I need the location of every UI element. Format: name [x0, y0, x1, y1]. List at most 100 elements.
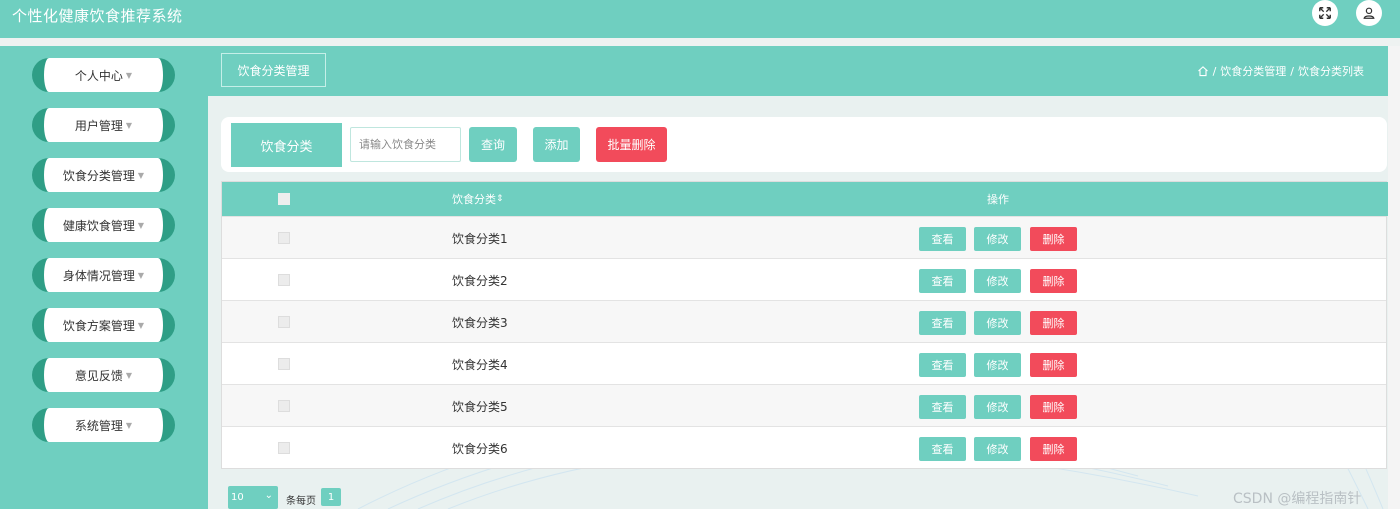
page-header: 饮食分类管理 / 饮食分类管理 / 饮食分类列表 [208, 46, 1388, 96]
sidebar-item-user-management[interactable]: 用户管理 ▼ [32, 108, 175, 142]
table-row: 饮食分类6 查看 修改 删除 [222, 426, 1386, 468]
row-checkbox[interactable] [278, 400, 290, 412]
search-panel: 饮食分类 查询 添加 批量删除 [221, 117, 1387, 172]
sidebar-item-feedback[interactable]: 意见反馈 ▼ [32, 358, 175, 392]
breadcrumb: / 饮食分类管理 / 饮食分类列表 [1197, 63, 1364, 79]
delete-button[interactable]: 删除 [1030, 437, 1077, 461]
checkbox-box [278, 232, 290, 244]
data-table: 饮食分类 ⇕ 操作 饮食分类1 查看 修改 删除 饮食分类2 查看 修改 删除 饮… [221, 181, 1388, 469]
scrollbar[interactable] [1388, 46, 1400, 509]
delete-button[interactable]: 删除 [1030, 311, 1077, 335]
cell-category: 饮食分类6 [452, 441, 508, 456]
cell-category: 饮食分类1 [452, 231, 508, 246]
sidebar: 个人中心 ▼ 用户管理 ▼ 饮食分类管理 ▼ 健康饮食管理 ▼ 身体情况管理 ▼ 饮食方案… [0, 46, 208, 509]
sidebar-item-label: 意见反馈 [74, 368, 123, 383]
view-button[interactable]: 查看 [919, 437, 966, 461]
view-button[interactable]: 查看 [919, 353, 966, 377]
breadcrumb-separator: / [1290, 64, 1294, 78]
sidebar-item-system[interactable]: 系统管理 ▼ [32, 408, 175, 442]
view-button[interactable]: 查看 [919, 395, 966, 419]
sidebar-item-label: 个人中心 [74, 68, 123, 83]
search-input[interactable] [350, 127, 461, 162]
delete-button[interactable]: 删除 [1030, 269, 1077, 293]
view-button[interactable]: 查看 [919, 269, 966, 293]
view-button[interactable]: 查看 [919, 311, 966, 335]
user-icon [1363, 7, 1375, 19]
chevron-down-icon: ▼ [137, 170, 145, 180]
page-size-value: 10 [231, 492, 244, 503]
edit-button[interactable]: 修改 [974, 395, 1021, 419]
row-checkbox[interactable] [278, 274, 290, 286]
column-header-actions: 操作 [987, 193, 1009, 206]
chevron-down-icon: ▼ [125, 70, 133, 80]
per-page-label: 条每页 [286, 496, 316, 507]
checkbox-box [278, 274, 290, 286]
column-header-label: 饮食分类 [452, 193, 496, 206]
row-checkbox[interactable] [278, 316, 290, 328]
add-button[interactable]: 添加 [533, 127, 580, 162]
edit-button[interactable]: 修改 [974, 269, 1021, 293]
delete-button[interactable]: 删除 [1030, 395, 1077, 419]
watermark: CSDN @编程指南针 [1233, 491, 1362, 507]
view-button[interactable]: 查看 [919, 227, 966, 251]
column-header-category[interactable]: 饮食分类 ⇕ [452, 182, 504, 216]
table-row: 饮食分类4 查看 修改 删除 [222, 342, 1386, 384]
checkbox-box [278, 193, 290, 205]
app-title: 个性化健康饮食推荐系统 [12, 7, 183, 25]
batch-delete-button[interactable]: 批量删除 [596, 127, 667, 162]
table-row: 饮食分类2 查看 修改 删除 [222, 258, 1386, 300]
sidebar-item-label: 饮食分类管理 [62, 168, 135, 183]
breadcrumb-item-current: 饮食分类列表 [1298, 65, 1364, 78]
chevron-down-icon: ▼ [125, 420, 133, 430]
edit-button[interactable]: 修改 [974, 311, 1021, 335]
sidebar-item-label: 健康饮食管理 [62, 218, 135, 233]
search-label: 饮食分类 [231, 123, 342, 167]
sidebar-item-label: 身体情况管理 [62, 268, 135, 283]
header-separator [0, 38, 1400, 46]
sidebar-item-personal-center[interactable]: 个人中心 ▼ [32, 58, 175, 92]
breadcrumb-separator: / [1212, 64, 1217, 78]
edit-button[interactable]: 修改 [974, 227, 1021, 251]
row-checkbox[interactable] [278, 358, 290, 370]
sidebar-item-diet-category[interactable]: 饮食分类管理 ▼ [32, 158, 175, 192]
page-size-select[interactable]: 10 ⌄ [228, 486, 278, 509]
cell-category: 饮食分类2 [452, 273, 508, 288]
edit-button[interactable]: 修改 [974, 353, 1021, 377]
cell-category: 饮食分类5 [452, 399, 508, 414]
fullscreen-button[interactable] [1312, 0, 1338, 26]
table-row: 饮食分类1 查看 修改 删除 [222, 216, 1386, 258]
sidebar-item-label: 饮食方案管理 [62, 318, 135, 333]
sidebar-item-label: 用户管理 [74, 118, 123, 133]
cell-category: 饮食分类3 [452, 315, 508, 330]
checkbox-box [278, 442, 290, 454]
fullscreen-icon [1319, 7, 1331, 19]
checkbox-box [278, 400, 290, 412]
chevron-down-icon: ⌄ [264, 490, 273, 501]
query-button[interactable]: 查询 [469, 127, 517, 162]
row-checkbox[interactable] [278, 442, 290, 454]
page-number-current[interactable]: 1 [321, 488, 341, 506]
user-button[interactable] [1356, 0, 1382, 26]
home-icon[interactable] [1197, 65, 1209, 77]
table-row: 饮食分类5 查看 修改 删除 [222, 384, 1386, 426]
sidebar-item-diet-plan[interactable]: 饮食方案管理 ▼ [32, 308, 175, 342]
breadcrumb-item[interactable]: 饮食分类管理 [1220, 63, 1286, 79]
cell-category: 饮食分类4 [452, 357, 508, 372]
page-title: 饮食分类管理 [221, 53, 326, 87]
row-checkbox[interactable] [278, 232, 290, 244]
checkbox-box [278, 316, 290, 328]
delete-button[interactable]: 删除 [1030, 227, 1077, 251]
chevron-down-icon: ▼ [137, 220, 145, 230]
sidebar-item-body-condition[interactable]: 身体情况管理 ▼ [32, 258, 175, 292]
checkbox-box [278, 358, 290, 370]
sidebar-item-healthy-diet[interactable]: 健康饮食管理 ▼ [32, 208, 175, 242]
table-header: 饮食分类 ⇕ 操作 [222, 182, 1388, 216]
sidebar-item-label: 系统管理 [74, 418, 123, 433]
sort-icon[interactable]: ⇕ [496, 194, 504, 204]
top-header: 个性化健康饮食推荐系统 [0, 0, 1400, 38]
chevron-down-icon: ▼ [125, 120, 133, 130]
delete-button[interactable]: 删除 [1030, 353, 1077, 377]
table-row: 饮食分类3 查看 修改 删除 [222, 300, 1386, 342]
select-all-checkbox[interactable] [278, 193, 290, 205]
edit-button[interactable]: 修改 [974, 437, 1021, 461]
